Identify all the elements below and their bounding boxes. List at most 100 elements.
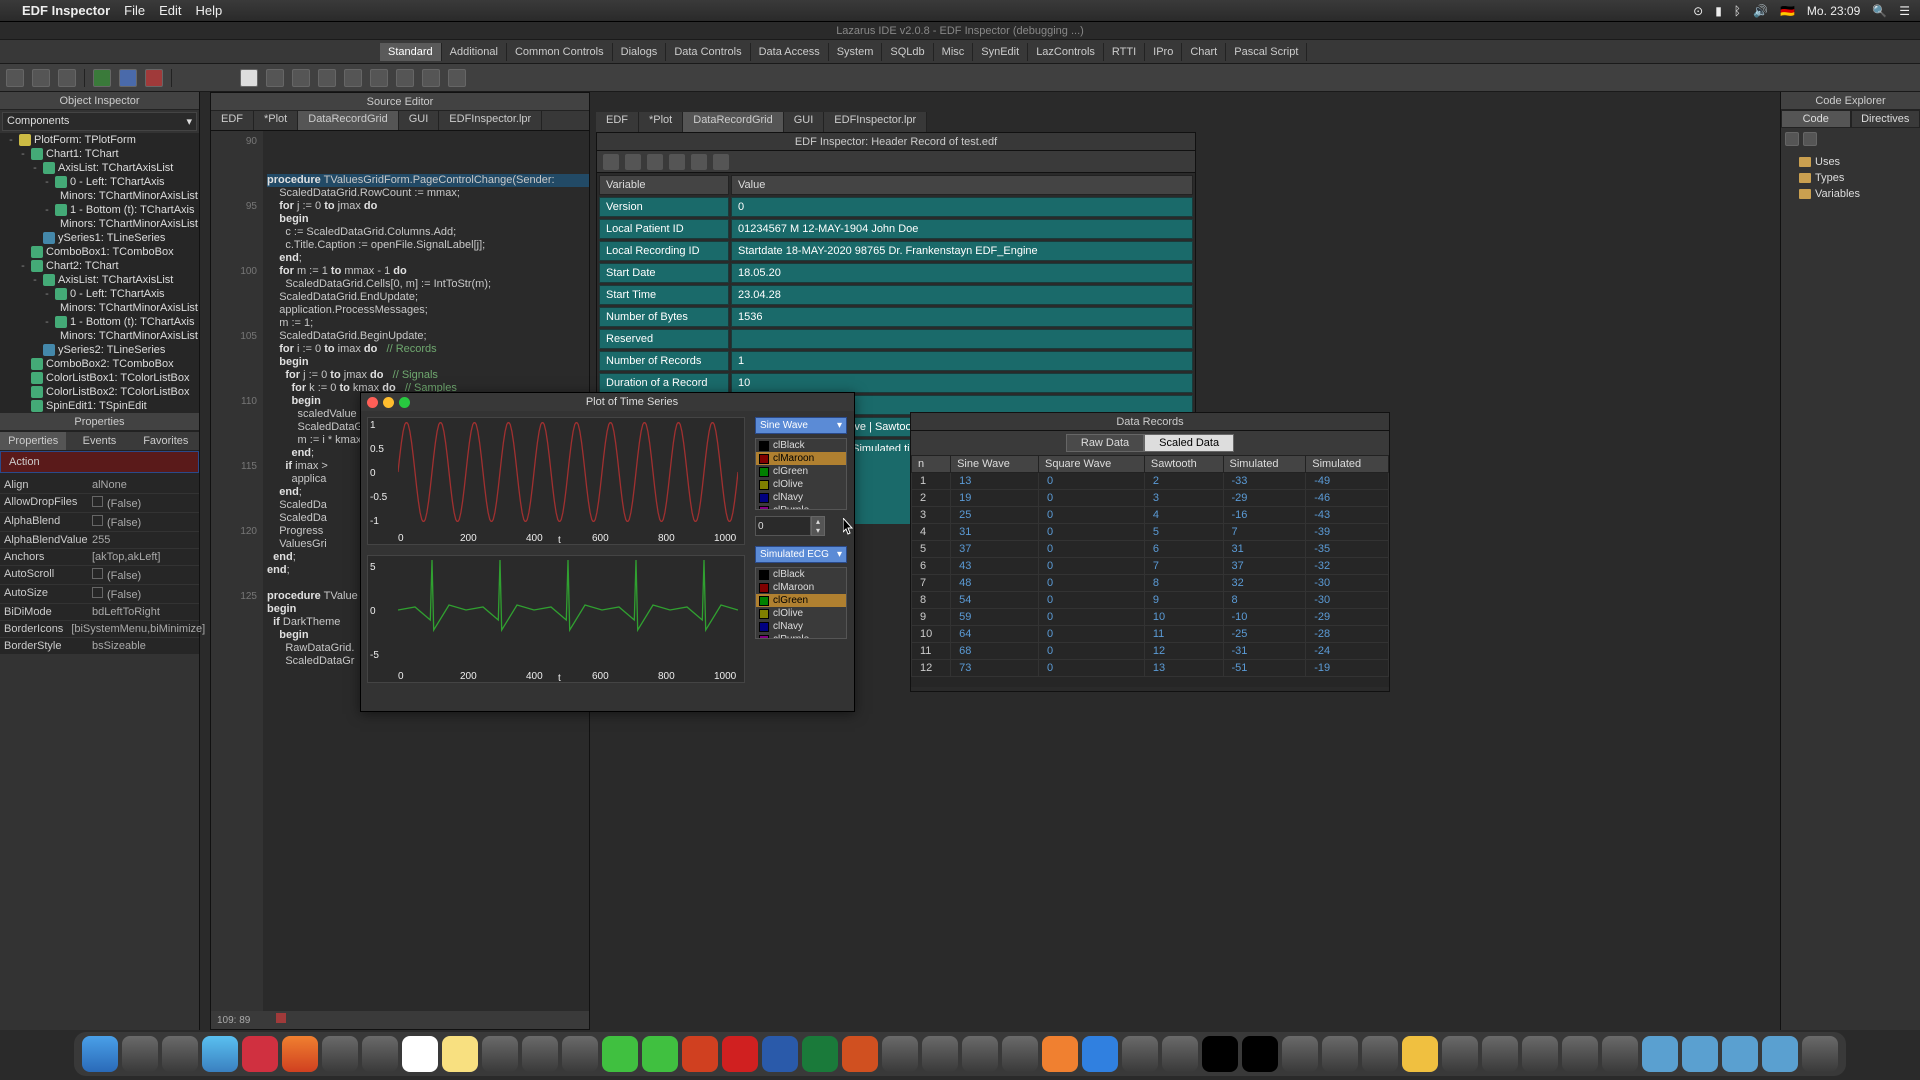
palette-tab-common-controls[interactable]: Common Controls [507,43,613,61]
tree-node[interactable]: -1 - Bottom (t): TChartAxis [0,203,199,217]
tree-node[interactable]: -AxisList: TChartAxisList [0,161,199,175]
arrow-tool[interactable] [240,69,258,87]
appstore-icon[interactable] [1082,1036,1118,1072]
app-icon[interactable] [1322,1036,1358,1072]
component-icon[interactable] [396,69,414,87]
data-row[interactable]: 1064011-25-28 [912,626,1389,643]
color-option[interactable]: clGreen [756,594,846,607]
tree-node[interactable]: ComboBox2: TComboBox [0,357,199,371]
color-option[interactable]: clNavy [756,491,846,504]
tree-node[interactable]: -1 - Bottom (t): TChartAxis [0,315,199,329]
safari-icon[interactable] [202,1036,238,1072]
header-row[interactable]: Reserved [599,329,1193,349]
firefox-icon[interactable] [282,1036,318,1072]
palette-tab-system[interactable]: System [829,43,883,61]
new-icon[interactable] [603,154,619,170]
app-icon[interactable] [1602,1036,1638,1072]
run-button[interactable] [93,69,111,87]
tab-plot[interactable]: *Plot [639,112,683,132]
battery-icon[interactable]: ▮ [1715,4,1722,18]
property-row[interactable]: AutoScroll(False) [0,566,199,585]
header-row[interactable]: Local Recording IDStartdate 18-MAY-2020 … [599,241,1193,261]
folder-icon[interactable] [1682,1036,1718,1072]
property-row[interactable]: BiDiModebdLeftToRight [0,604,199,621]
tree-node[interactable]: Minors: TChartMinorAxisList [0,301,199,315]
tab-edf[interactable]: EDF [596,112,639,132]
explorer-node[interactable]: Variables [1785,186,1916,202]
color-option[interactable]: clOlive [756,607,846,620]
chart-ecg[interactable]: 5 0 -5 0 200 400 600 800 1000 t [367,555,745,683]
palette-tab-data-access[interactable]: Data Access [751,43,829,61]
property-grid[interactable]: Action AlignalNoneAllowDropFiles(False)A… [0,451,199,655]
powerpoint-icon[interactable] [842,1036,878,1072]
tree-node[interactable]: ColorListBox2: TColorListBox [0,385,199,399]
data-col[interactable]: Simulated [1223,456,1306,473]
component-icon[interactable] [370,69,388,87]
data-row[interactable]: 5370631-35 [912,541,1389,558]
stop-button[interactable] [145,69,163,87]
property-row[interactable]: AlignalNone [0,477,199,494]
word-icon[interactable] [762,1036,798,1072]
zoom-icon[interactable] [399,397,410,408]
code-tree[interactable]: UsesTypesVariables [1781,150,1920,206]
tree-node[interactable]: ColorListBox1: TColorListBox [0,371,199,385]
data-row[interactable]: 431057-39 [912,524,1389,541]
tab-properties[interactable]: Properties [0,432,66,450]
color-option[interactable]: clBlack [756,568,846,581]
component-icon[interactable] [344,69,362,87]
close-icon[interactable] [367,397,378,408]
color-option[interactable]: clPurple [756,504,846,510]
tree-node[interactable]: ySeries2: TLineSeries [0,343,199,357]
components-combo[interactable]: Components▾ [2,112,197,131]
src-tab[interactable]: EDFInspector.lpr [439,111,542,130]
minimize-icon[interactable] [383,397,394,408]
trash-icon[interactable] [1802,1036,1838,1072]
close-icon[interactable] [669,154,685,170]
data-col[interactable]: Sawtooth [1144,456,1223,473]
property-row[interactable]: AlphaBlendValue255 [0,532,199,549]
property-row[interactable]: AutoSize(False) [0,585,199,604]
palette-tab-standard[interactable]: Standard [380,43,442,61]
data-col[interactable]: Square Wave [1038,456,1144,473]
tab-events[interactable]: Events [66,432,132,450]
wifi-icon[interactable]: ⊙ [1693,4,1703,18]
property-row[interactable]: AlphaBlend(False) [0,513,199,532]
color-listbox-1[interactable]: clBlackclMaroonclGreenclOliveclNavyclPur… [755,438,847,510]
data-row[interactable]: 7480832-30 [912,575,1389,592]
series-combo-1[interactable]: Sine Wave▾ [755,417,847,434]
palette-tab-sqldb[interactable]: SQLdb [882,43,933,61]
tree-node[interactable]: -0 - Left: TChartAxis [0,287,199,301]
tab-directives[interactable]: Directives [1851,110,1920,128]
src-tab[interactable]: EDF [211,111,254,130]
palette-tab-rtti[interactable]: RTTI [1104,43,1145,61]
app-icon[interactable] [1562,1036,1598,1072]
color-option[interactable]: clOlive [756,478,846,491]
tab-datarecordgrid[interactable]: DataRecordGrid [683,112,783,132]
contacts-icon[interactable] [362,1036,398,1072]
app-icon[interactable] [1442,1036,1478,1072]
keychain-icon[interactable] [1162,1036,1198,1072]
messages-icon[interactable] [602,1036,638,1072]
color-option[interactable]: clNavy [756,620,846,633]
save-icon[interactable] [647,154,663,170]
calendar-icon[interactable] [402,1036,438,1072]
numbers-icon[interactable] [922,1036,958,1072]
header-row[interactable]: Local Patient ID01234567 M 12-MAY-1904 J… [599,219,1193,239]
palette-tab-ipro[interactable]: IPro [1145,43,1182,61]
tree-node[interactable]: -Chart1: TChart [0,147,199,161]
options-icon[interactable] [1803,132,1817,146]
series-combo-2[interactable]: Simulated ECG▾ [755,546,847,563]
folder-icon[interactable] [1762,1036,1798,1072]
spin-input[interactable] [755,516,811,536]
finder-icon[interactable] [82,1036,118,1072]
chart-sine[interactable]: 1 0.5 0 -0.5 -1 0 200 400 600 800 1000 t [367,417,745,545]
palette-tab-chart[interactable]: Chart [1182,43,1226,61]
excel-icon[interactable] [802,1036,838,1072]
tree-node[interactable]: ComboBox1: TComboBox [0,245,199,259]
opera-icon[interactable] [242,1036,278,1072]
src-tab[interactable]: *Plot [254,111,298,130]
header-row[interactable]: Start Date18.05.20 [599,263,1193,283]
palette-tab-misc[interactable]: Misc [934,43,974,61]
src-tab[interactable]: GUI [399,111,440,130]
app-name[interactable]: EDF Inspector [22,3,110,18]
